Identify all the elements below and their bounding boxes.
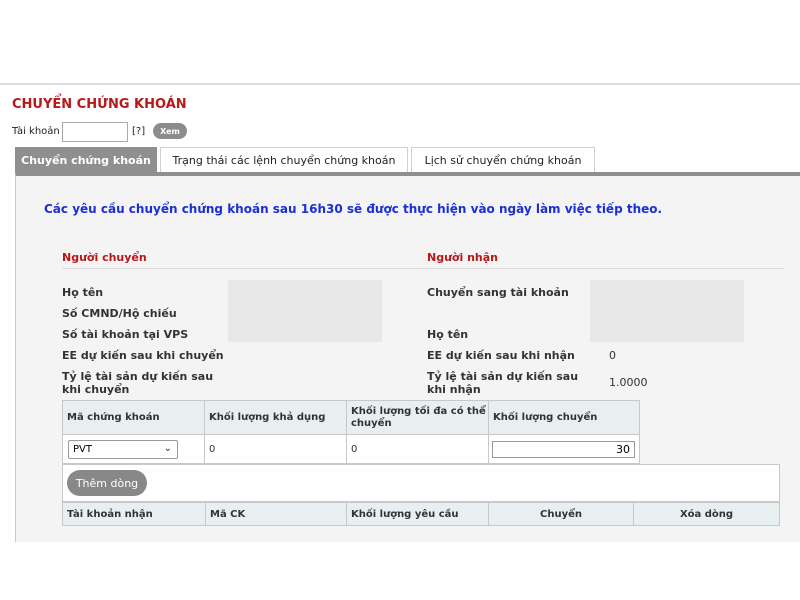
- sender-ee-label: EE dự kiến sau khi chuyển: [62, 349, 224, 362]
- column-header: Xóa dòng: [679, 508, 734, 520]
- transfer-table: Mã chứng khoán Khối lượng khả dụng Khối …: [62, 400, 640, 464]
- transfer-table-header: Mã chứng khoán Khối lượng khả dụng Khối …: [63, 401, 639, 435]
- max-transfer-cell: 0: [347, 435, 489, 463]
- help-link[interactable]: [?]: [132, 126, 145, 137]
- receiver-to-account-label: Chuyển sang tài khoản: [427, 286, 569, 299]
- receiver-ee-value: 0: [609, 349, 616, 362]
- tab-history[interactable]: Lịch sử chuyển chứng khoán: [411, 147, 595, 173]
- receiver-name-label: Họ tên: [427, 328, 469, 341]
- chevron-down-icon: ⌄: [163, 443, 172, 454]
- view-button[interactable]: Xem: [153, 123, 187, 139]
- tab-order-status[interactable]: Trạng thái các lệnh chuyển chứng khoán: [160, 147, 408, 173]
- add-row-button[interactable]: Thêm dòng: [67, 470, 147, 496]
- column-header: Mã CK: [206, 503, 347, 525]
- column-header: Khối lượng tối đa có thể chuyển: [347, 401, 489, 434]
- column-header: Khối lượng khả dụng: [205, 401, 347, 434]
- page-title: CHUYỂN CHỨNG KHOÁN: [12, 97, 187, 112]
- available-cell: 0: [205, 435, 347, 463]
- summary-table-header: Tài khoản nhận Mã CK Khối lượng yêu cầu …: [62, 502, 780, 526]
- symbol-select[interactable]: PVT ⌄: [68, 440, 178, 459]
- sender-info-redacted: [228, 280, 382, 342]
- add-row-container: [62, 464, 780, 502]
- sender-heading: Người chuyển: [62, 251, 147, 264]
- quantity-input[interactable]: 30: [492, 441, 635, 458]
- column-header: Tài khoản nhận: [63, 503, 206, 525]
- symbol-select-value: PVT: [73, 444, 92, 455]
- section-divider: [62, 268, 784, 269]
- account-label: Tài khoản: [12, 126, 60, 137]
- receiver-heading: Người nhận: [427, 251, 498, 264]
- column-header: Chuyển: [489, 503, 634, 525]
- notice-text: Các yêu cầu chuyển chứng khoán sau 16h30…: [44, 202, 663, 216]
- column-header: Khối lượng chuyển: [493, 411, 598, 423]
- receiver-ee-label: EE dự kiến sau khi nhận: [427, 349, 575, 362]
- receiver-info-redacted: [590, 280, 744, 342]
- column-header: Khối lượng yêu cầu: [347, 503, 489, 525]
- top-divider: [0, 83, 800, 85]
- account-input[interactable]: [62, 122, 128, 142]
- receiver-ratio-label: Tỷ lệ tài sản dự kiến sau khi nhận: [427, 370, 579, 396]
- sender-vps-account-label: Số tài khoản tại VPS: [62, 328, 189, 341]
- tab-transfer[interactable]: Chuyển chứng khoán: [15, 147, 157, 173]
- column-header: Mã chứng khoán: [63, 401, 205, 434]
- sender-id-label: Số CMND/Hộ chiếu: [62, 307, 177, 320]
- sender-name-label: Họ tên: [62, 286, 104, 299]
- sender-ratio-label: Tỷ lệ tài sản dự kiến sau khi chuyển: [62, 370, 214, 396]
- receiver-ratio-value: 1.0000: [609, 376, 648, 389]
